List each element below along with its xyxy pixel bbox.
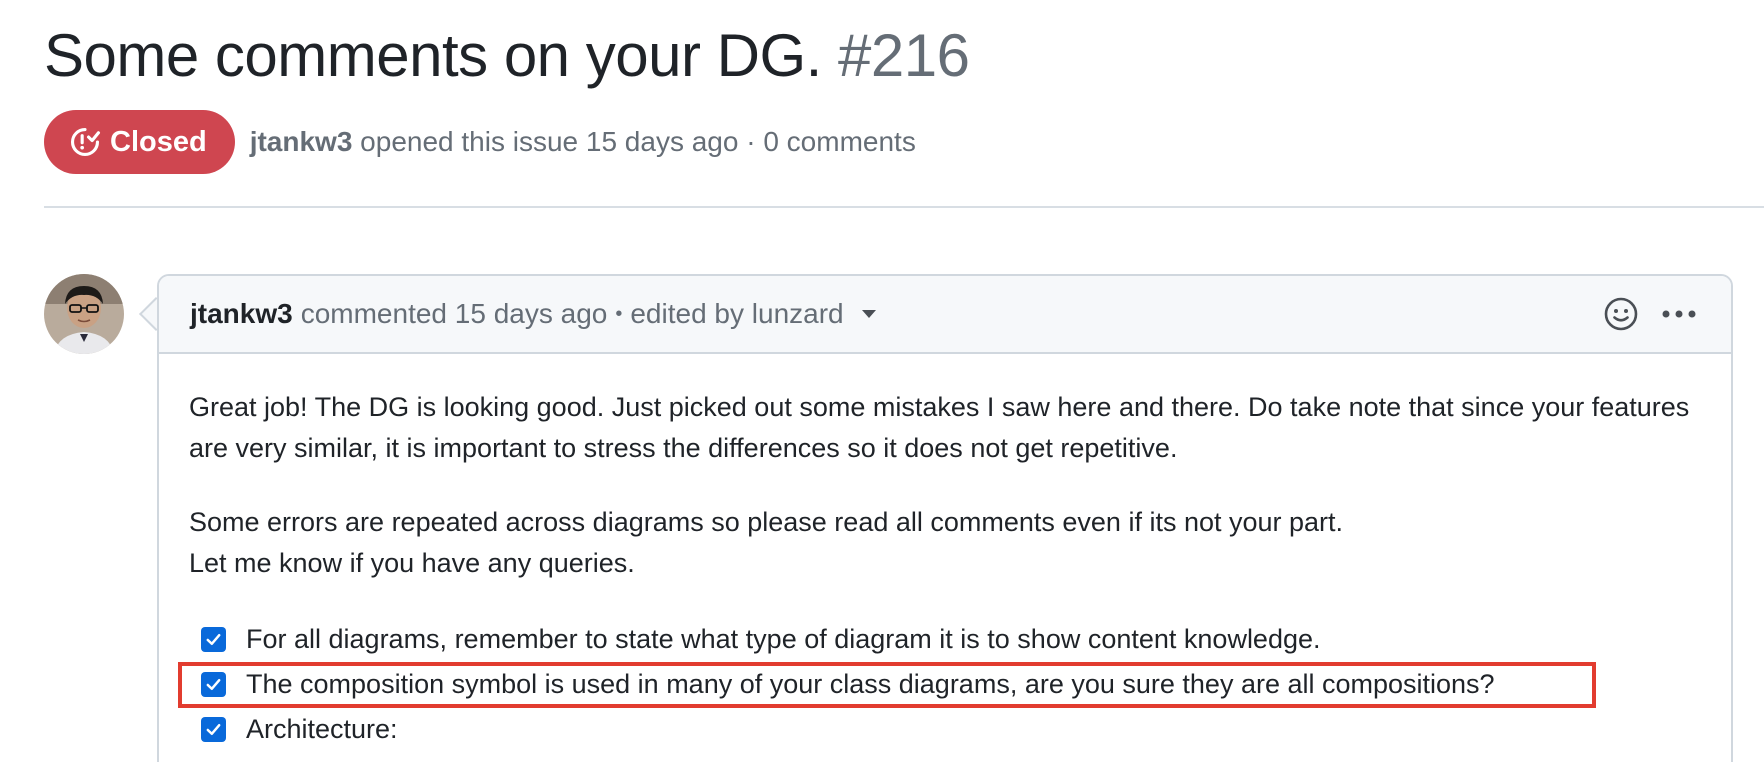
status-badge-label: Closed bbox=[110, 125, 207, 158]
user-avatar bbox=[44, 274, 124, 354]
task-label: Architecture: bbox=[246, 714, 398, 744]
status-badge: Closed bbox=[44, 110, 235, 174]
comment-paragraph-group: Some errors are repeated across diagrams… bbox=[189, 502, 1709, 584]
comment-edited-dropdown[interactable]: edited by lunzard bbox=[630, 298, 843, 330]
header-divider bbox=[44, 206, 1764, 208]
issue-page: Some comments on your DG. #216 Closed jt… bbox=[0, 0, 1764, 762]
comment-header-actions bbox=[1603, 276, 1697, 352]
comment-paragraph: Great job! The DG is looking good. Just … bbox=[189, 392, 1690, 463]
issue-title: Some comments on your DG. #216 bbox=[44, 18, 970, 94]
task-list-item: Architecture: bbox=[189, 707, 1709, 752]
check-icon bbox=[206, 633, 221, 646]
task-checkbox[interactable] bbox=[201, 717, 226, 742]
task-checkbox[interactable] bbox=[201, 627, 226, 652]
issue-author-link[interactable]: jtankw3 bbox=[250, 126, 353, 157]
comment-paragraph: Some errors are repeated across diagrams… bbox=[189, 507, 1344, 537]
task-list-item: The composition symbol is used in many o… bbox=[189, 662, 1709, 707]
caret-down-icon[interactable] bbox=[860, 308, 878, 320]
issue-opened-text: opened this issue 15 days ago · 0 commen… bbox=[360, 126, 916, 157]
check-icon bbox=[206, 723, 221, 736]
kebab-horizontal-icon[interactable] bbox=[1661, 309, 1697, 319]
smiley-icon[interactable] bbox=[1603, 296, 1639, 332]
comment-separator: • bbox=[615, 302, 623, 325]
issue-opened-meta: jtankw3 opened this issue 15 days ago · … bbox=[250, 126, 916, 158]
check-icon bbox=[206, 678, 221, 691]
comment-timestamp[interactable]: commented 15 days ago bbox=[301, 298, 608, 330]
issue-number: #216 bbox=[837, 22, 970, 89]
avatar[interactable] bbox=[44, 274, 124, 354]
comment-card: jtankw3 commented 15 days ago • edited b… bbox=[157, 274, 1733, 762]
task-label: The composition symbol is used in many o… bbox=[246, 669, 1495, 699]
task-label: For all diagrams, remember to state what… bbox=[246, 624, 1321, 654]
task-checkbox[interactable] bbox=[201, 672, 226, 697]
task-list: For all diagrams, remember to state what… bbox=[189, 617, 1709, 752]
issue-title-text: Some comments on your DG. bbox=[44, 22, 822, 89]
comment-paragraph: Let me know if you have any queries. bbox=[189, 548, 635, 578]
comment-header: jtankw3 commented 15 days ago • edited b… bbox=[159, 276, 1731, 354]
comment-body: Great job! The DG is looking good. Just … bbox=[189, 387, 1709, 752]
task-list-item: For all diagrams, remember to state what… bbox=[189, 617, 1709, 662]
issue-meta: Closed jtankw3 opened this issue 15 days… bbox=[44, 110, 916, 174]
comment-author-link[interactable]: jtankw3 bbox=[190, 298, 293, 330]
issue-closed-icon bbox=[71, 127, 101, 156]
